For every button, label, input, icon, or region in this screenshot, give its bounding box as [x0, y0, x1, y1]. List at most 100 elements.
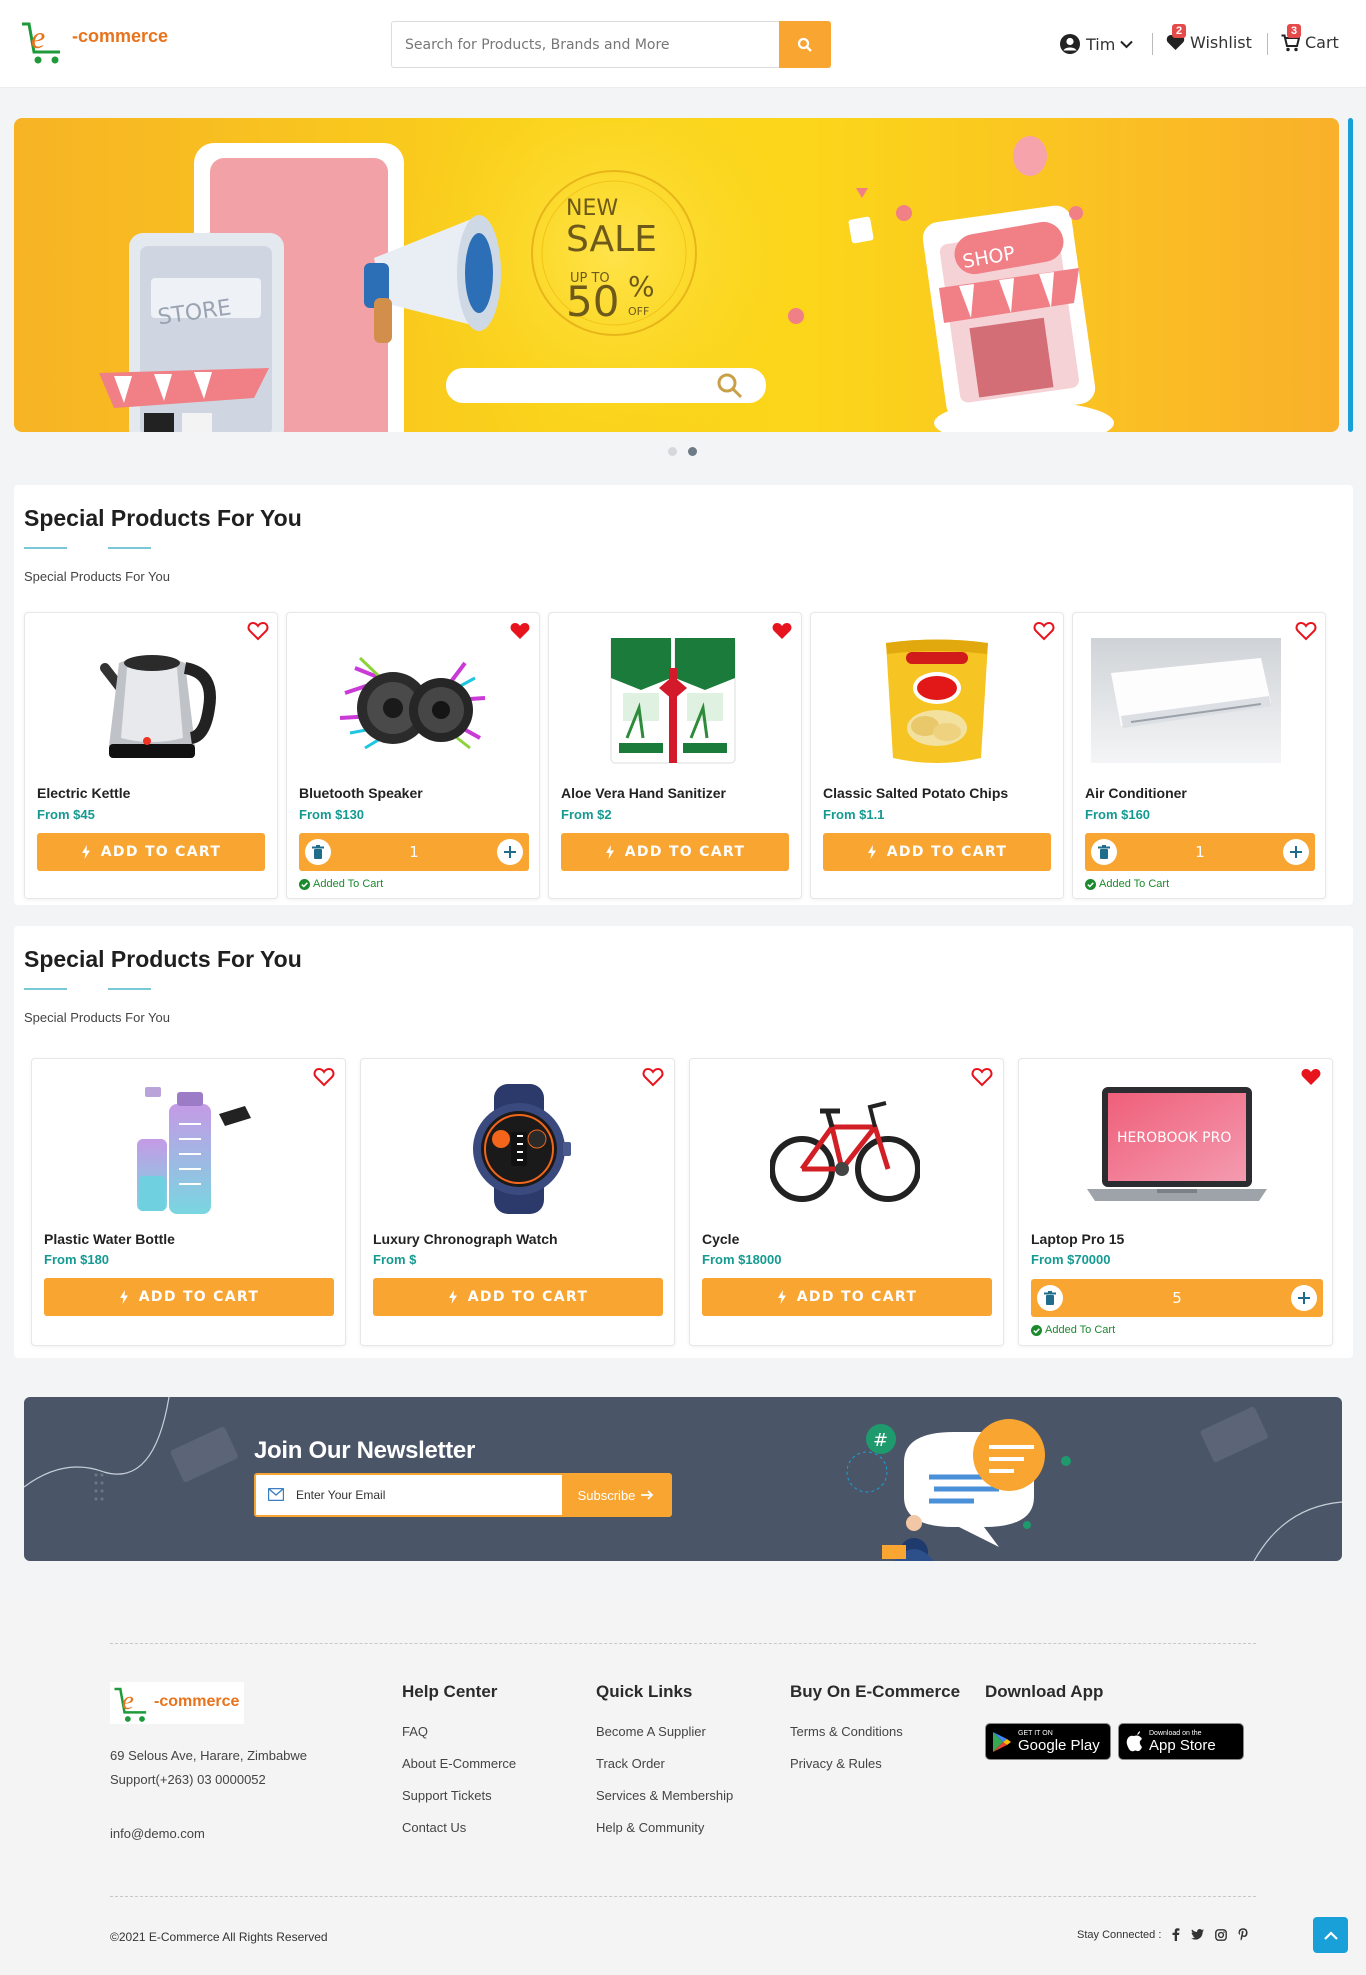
- footer-link-become-supplier[interactable]: Become A Supplier: [596, 1724, 706, 1739]
- product-card[interactable]: Aloe Vera Hand Sanitizer From $2 ADD TO …: [548, 612, 802, 899]
- product-name[interactable]: Cycle: [702, 1231, 739, 1247]
- add-to-cart-button[interactable]: ADD TO CART: [44, 1278, 334, 1316]
- add-to-cart-button[interactable]: ADD TO CART: [37, 833, 265, 871]
- twitter-icon[interactable]: [1191, 1929, 1205, 1940]
- logo-cart-icon: e: [114, 1685, 147, 1722]
- banner-percent-sign: %: [628, 270, 655, 303]
- add-to-cart-label: ADD TO CART: [796, 1289, 918, 1305]
- trash-icon: [1098, 845, 1110, 859]
- banner-sale-text: SALE: [566, 219, 657, 260]
- footer-support-phone[interactable]: Support(+263) 03 0000052: [110, 1772, 266, 1787]
- trash-icon: [312, 845, 324, 859]
- electric-kettle-image: [100, 655, 216, 758]
- cart-label: Cart: [1305, 33, 1339, 52]
- footer-link-about[interactable]: About E-Commerce: [402, 1756, 516, 1771]
- add-to-cart-button[interactable]: ADD TO CART: [373, 1278, 663, 1316]
- product-name[interactable]: Luxury Chronograph Watch: [373, 1231, 558, 1247]
- bluetooth-speaker-image: [339, 656, 486, 750]
- wishlist-heart-icon[interactable]: [642, 1067, 664, 1087]
- help-center-column: Help Center FAQ About E-Commerce Support…: [402, 1682, 516, 1835]
- quantity-stepper: 1: [299, 833, 529, 871]
- carousel-dot-2-active[interactable]: [688, 447, 697, 456]
- product-name[interactable]: Electric Kettle: [37, 785, 130, 801]
- hero-banner[interactable]: STORE NEW SALE UP TO 50 % OFF SHOP: [14, 118, 1339, 432]
- add-to-cart-button[interactable]: ADD TO CART: [561, 833, 789, 871]
- footer-email[interactable]: info@demo.com: [110, 1826, 205, 1841]
- newsletter-decoration: #: [24, 1397, 1342, 1561]
- quantity-stepper: 1: [1085, 833, 1315, 871]
- footer-link-track-order[interactable]: Track Order: [596, 1756, 665, 1771]
- product-name[interactable]: Bluetooth Speaker: [299, 785, 423, 801]
- user-avatar-icon: [1060, 34, 1080, 54]
- remove-from-cart-button[interactable]: [1091, 839, 1117, 865]
- potato-chips-image: [886, 639, 988, 763]
- increase-quantity-button[interactable]: [496, 839, 523, 865]
- search-button[interactable]: [779, 21, 831, 68]
- carousel-dot-1[interactable]: [668, 447, 677, 456]
- instagram-icon[interactable]: [1215, 1928, 1228, 1941]
- footer-link-support-tickets[interactable]: Support Tickets: [402, 1788, 492, 1803]
- product-price: From $130: [299, 807, 365, 822]
- facebook-icon[interactable]: [1172, 1928, 1180, 1941]
- footer-logo-text: -commerce: [154, 1693, 240, 1710]
- product-name[interactable]: Aloe Vera Hand Sanitizer: [561, 785, 726, 801]
- wishlist-heart-icon[interactable]: [971, 1067, 993, 1087]
- footer-link-help-community[interactable]: Help & Community: [596, 1820, 704, 1835]
- logo-text[interactable]: -commerce: [72, 26, 168, 47]
- download-app-column: Download App GET IT ON Google Play Downlo…: [985, 1682, 1244, 1760]
- product-card[interactable]: HEROBOOK PRO Laptop Pro 15 From $70000 5…: [1018, 1058, 1333, 1346]
- chevron-down-icon: [1120, 40, 1134, 48]
- wishlist-heart-icon[interactable]: [313, 1067, 335, 1087]
- footer-link-faq[interactable]: FAQ: [402, 1724, 428, 1739]
- search-input[interactable]: [392, 22, 778, 67]
- title-underline: [24, 547, 67, 549]
- pinterest-icon[interactable]: [1238, 1928, 1248, 1941]
- footer-link-privacy[interactable]: Privacy & Rules: [790, 1756, 882, 1771]
- increase-quantity-button[interactable]: [1282, 839, 1309, 865]
- product-price: From $18000: [702, 1252, 782, 1267]
- product-name[interactable]: Air Conditioner: [1085, 785, 1187, 801]
- footer-logo[interactable]: e -commerce: [110, 1682, 244, 1724]
- increase-quantity-button[interactable]: [1290, 1285, 1317, 1311]
- next-slide-peek[interactable]: [1348, 118, 1353, 432]
- product-card[interactable]: Bluetooth Speaker From $130 1 Added To C…: [286, 612, 540, 899]
- logo-cart-icon[interactable]: e: [20, 18, 66, 66]
- product-name[interactable]: Plastic Water Bottle: [44, 1231, 175, 1247]
- remove-from-cart-button[interactable]: [1037, 1285, 1063, 1311]
- footer-link-services[interactable]: Services & Membership: [596, 1788, 733, 1803]
- user-menu[interactable]: Tim: [1059, 33, 1134, 55]
- wishlist-heart-icon[interactable]: [1033, 621, 1055, 641]
- product-card[interactable]: Cycle From $18000 ADD TO CART: [689, 1058, 1004, 1346]
- bolt-icon: [605, 845, 614, 859]
- subscribe-button[interactable]: Subscribe: [562, 1475, 670, 1515]
- product-card[interactable]: Classic Salted Potato Chips From $1.1 AD…: [810, 612, 1064, 899]
- remove-from-cart-button[interactable]: [305, 839, 331, 865]
- google-play-button[interactable]: GET IT ON Google Play: [985, 1723, 1111, 1760]
- footer-link-terms[interactable]: Terms & Conditions: [790, 1724, 903, 1739]
- add-to-cart-label: ADD TO CART: [467, 1289, 589, 1305]
- title-underline: [108, 547, 151, 549]
- added-to-cart-status: Added To Cart: [1031, 1324, 1115, 1336]
- product-card[interactable]: Electric Kettle From $45 ADD TO CART: [24, 612, 278, 899]
- product-name[interactable]: Laptop Pro 15: [1031, 1231, 1124, 1247]
- wishlist-heart-icon[interactable]: [247, 621, 269, 641]
- add-to-cart-button[interactable]: ADD TO CART: [702, 1278, 992, 1316]
- section-title: Special Products For You: [24, 946, 302, 972]
- product-card[interactable]: Luxury Chronograph Watch From $ ADD TO C…: [360, 1058, 675, 1346]
- wishlist-heart-filled-icon[interactable]: [771, 621, 793, 641]
- footer-divider-bottom: [110, 1896, 1256, 1897]
- add-to-cart-button[interactable]: ADD TO CART: [823, 833, 1051, 871]
- wishlist-heart-filled-icon[interactable]: [509, 621, 531, 641]
- product-card[interactable]: Plastic Water Bottle From $180 ADD TO CA…: [31, 1058, 346, 1346]
- product-name[interactable]: Classic Salted Potato Chips: [823, 785, 1008, 801]
- buy-on-column: Buy On E-Commerce Terms & Conditions Pri…: [790, 1682, 960, 1771]
- newsletter-email-input[interactable]: [296, 1475, 556, 1515]
- scroll-to-top-button[interactable]: [1313, 1917, 1348, 1953]
- footer-link-contact[interactable]: Contact Us: [402, 1820, 466, 1835]
- title-underline: [108, 988, 151, 990]
- app-store-button[interactable]: Download on the App Store: [1118, 1723, 1244, 1760]
- wishlist-heart-filled-icon[interactable]: [1300, 1067, 1322, 1087]
- product-card[interactable]: Air Conditioner From $160 1 Added To Car…: [1072, 612, 1326, 899]
- wishlist-heart-icon[interactable]: [1295, 621, 1317, 641]
- bolt-icon: [119, 1290, 128, 1304]
